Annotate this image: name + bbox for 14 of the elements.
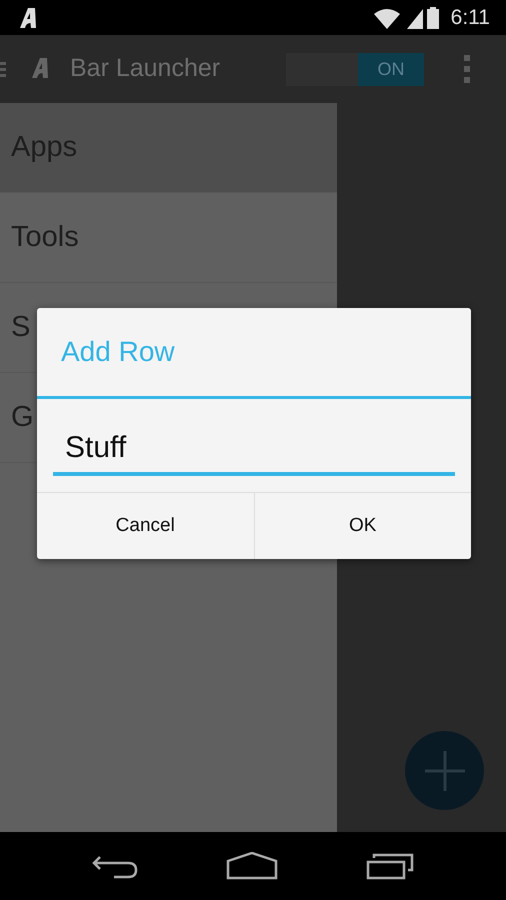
dialog-button[interactable]: OK xyxy=(254,493,471,559)
back-icon[interactable] xyxy=(92,853,138,879)
app-title: Bar Launcher xyxy=(70,53,220,84)
signal-icon xyxy=(404,6,423,28)
dialog-title: Add Row xyxy=(37,308,471,399)
wifi-icon xyxy=(372,6,401,28)
toggle-thumb: ON xyxy=(358,52,424,86)
plus-icon xyxy=(424,750,464,790)
home-icon[interactable] xyxy=(226,852,278,880)
battery-icon xyxy=(426,6,439,28)
input-field[interactable]: Stuff xyxy=(53,425,455,476)
recent-apps-icon[interactable] xyxy=(366,852,414,880)
dialog-button[interactable]: Cancel xyxy=(37,493,254,559)
clock: 6:11 xyxy=(450,4,490,31)
